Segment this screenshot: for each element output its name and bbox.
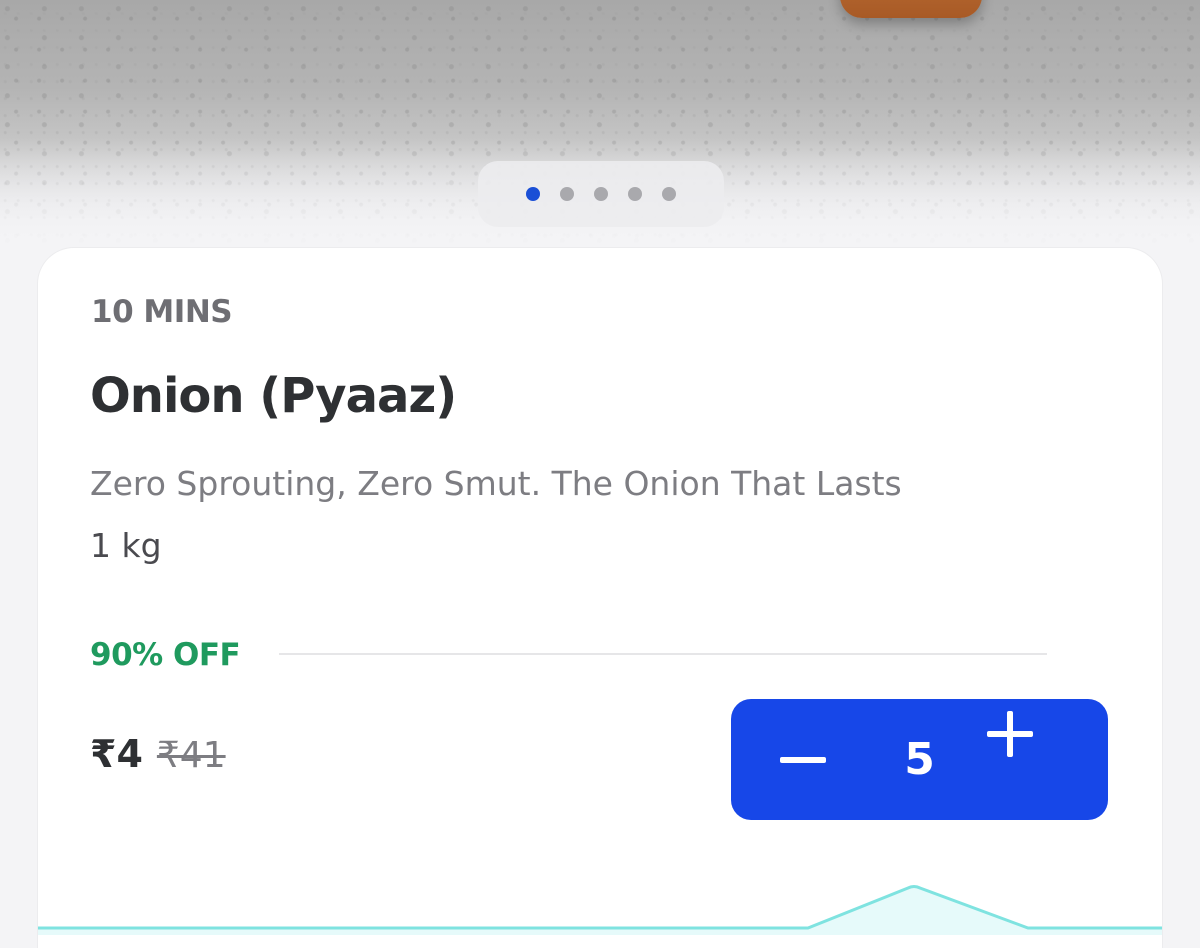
- price-row: ₹4 ₹41: [90, 732, 226, 776]
- discount-divider: [279, 653, 1047, 655]
- minus-icon: [780, 756, 826, 763]
- carousel-dot[interactable]: [560, 187, 574, 201]
- product-quantity: 1 kg: [90, 526, 162, 565]
- product-title: Onion (Pyaaz): [90, 368, 457, 424]
- product-image-carousel[interactable]: [0, 0, 1200, 250]
- product-detail-card: 10 MINS Onion (Pyaaz) Zero Sprouting, Ze…: [38, 248, 1162, 948]
- product-description: Zero Sprouting, Zero Smut. The Onion Tha…: [90, 464, 902, 503]
- discount-label: 90% OFF: [90, 637, 241, 673]
- carousel-dot-active[interactable]: [526, 187, 540, 201]
- selling-price: ₹4: [90, 732, 143, 776]
- bottom-wave-decoration: [38, 885, 1162, 935]
- mrp-price: ₹41: [156, 735, 226, 776]
- carousel-dot[interactable]: [662, 187, 676, 201]
- delivery-time-label: 10 MINS: [91, 294, 233, 330]
- carousel-dot[interactable]: [628, 187, 642, 201]
- cart-quantity: 5: [904, 734, 935, 785]
- increment-button[interactable]: [987, 710, 1062, 786]
- carousel-dot[interactable]: [594, 187, 608, 201]
- quantity-stepper: 5: [731, 699, 1108, 820]
- carousel-pagination[interactable]: [478, 161, 724, 227]
- decrement-button[interactable]: [777, 734, 829, 786]
